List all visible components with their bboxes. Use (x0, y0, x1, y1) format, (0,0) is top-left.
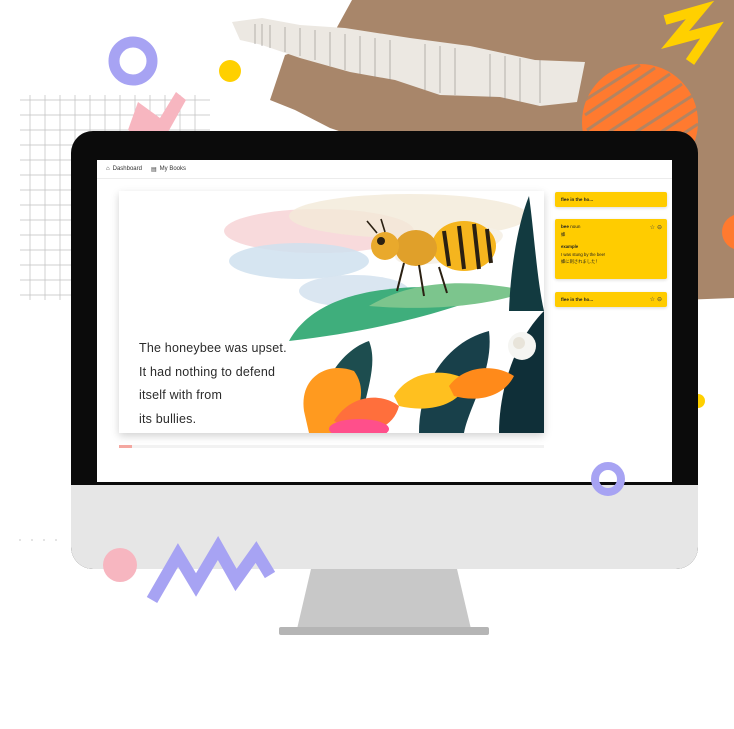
app-screen: ⌂ Dashboard ▤ My Books The honeybee was … (97, 160, 672, 482)
minus-circle-icon[interactable]: ⊖ (657, 296, 662, 303)
example-english: I was stung by the bee! (561, 252, 606, 257)
story-line: The honeybee was upset. (139, 341, 287, 355)
example-japanese: 蜂に刺されました！ (561, 259, 600, 264)
word-card-title: flee in the ho... (561, 297, 594, 302)
story-line: itself with from (139, 388, 223, 402)
example-label: example (561, 244, 579, 249)
monitor-stand (279, 569, 489, 635)
minus-circle-icon[interactable]: ⊖ (657, 224, 662, 231)
reading-progress-fill (119, 445, 132, 448)
word-card[interactable]: flee in the ho... ☆ ⊖ (555, 292, 667, 307)
story-line: its bullies. (139, 411, 197, 426)
book-page[interactable]: The honeybee was upset. It had nothing t… (119, 191, 544, 433)
top-nav: ⌂ Dashboard ▤ My Books (97, 160, 672, 179)
nav-dashboard[interactable]: ⌂ Dashboard (106, 166, 142, 172)
star-outline-icon[interactable]: ☆ (650, 224, 655, 231)
books-icon: ▤ (150, 166, 157, 173)
reading-progress (119, 445, 544, 448)
word-card-headword: bee noun (561, 224, 580, 229)
yellow-dot (219, 60, 241, 82)
word-card-expanded[interactable]: bee noun ☆ ⊖ 蜂 example I was stung by th… (555, 219, 667, 279)
star-outline-icon[interactable]: ☆ (650, 296, 655, 303)
purple-ring (108, 36, 158, 86)
nav-my-books-label: My Books (159, 166, 186, 172)
home-icon: ⌂ (106, 166, 110, 172)
word-card-actions: ☆ ⊖ (650, 224, 662, 231)
word-pos: noun (570, 224, 581, 229)
story-line: It had nothing to defend (139, 364, 276, 379)
word-card[interactable]: flee in the ho... (555, 192, 667, 207)
monitor-chin (71, 485, 698, 569)
nav-dashboard-label: Dashboard (112, 166, 142, 172)
word-translation: 蜂 (561, 232, 566, 237)
word-card-actions: ☆ ⊖ (650, 296, 662, 303)
word-term: bee (561, 224, 569, 229)
nav-my-books[interactable]: ▤ My Books (151, 166, 186, 173)
story-text: The honeybee was upset. It had nothing t… (139, 337, 329, 431)
word-card-title: flee in the ho... (561, 197, 594, 202)
